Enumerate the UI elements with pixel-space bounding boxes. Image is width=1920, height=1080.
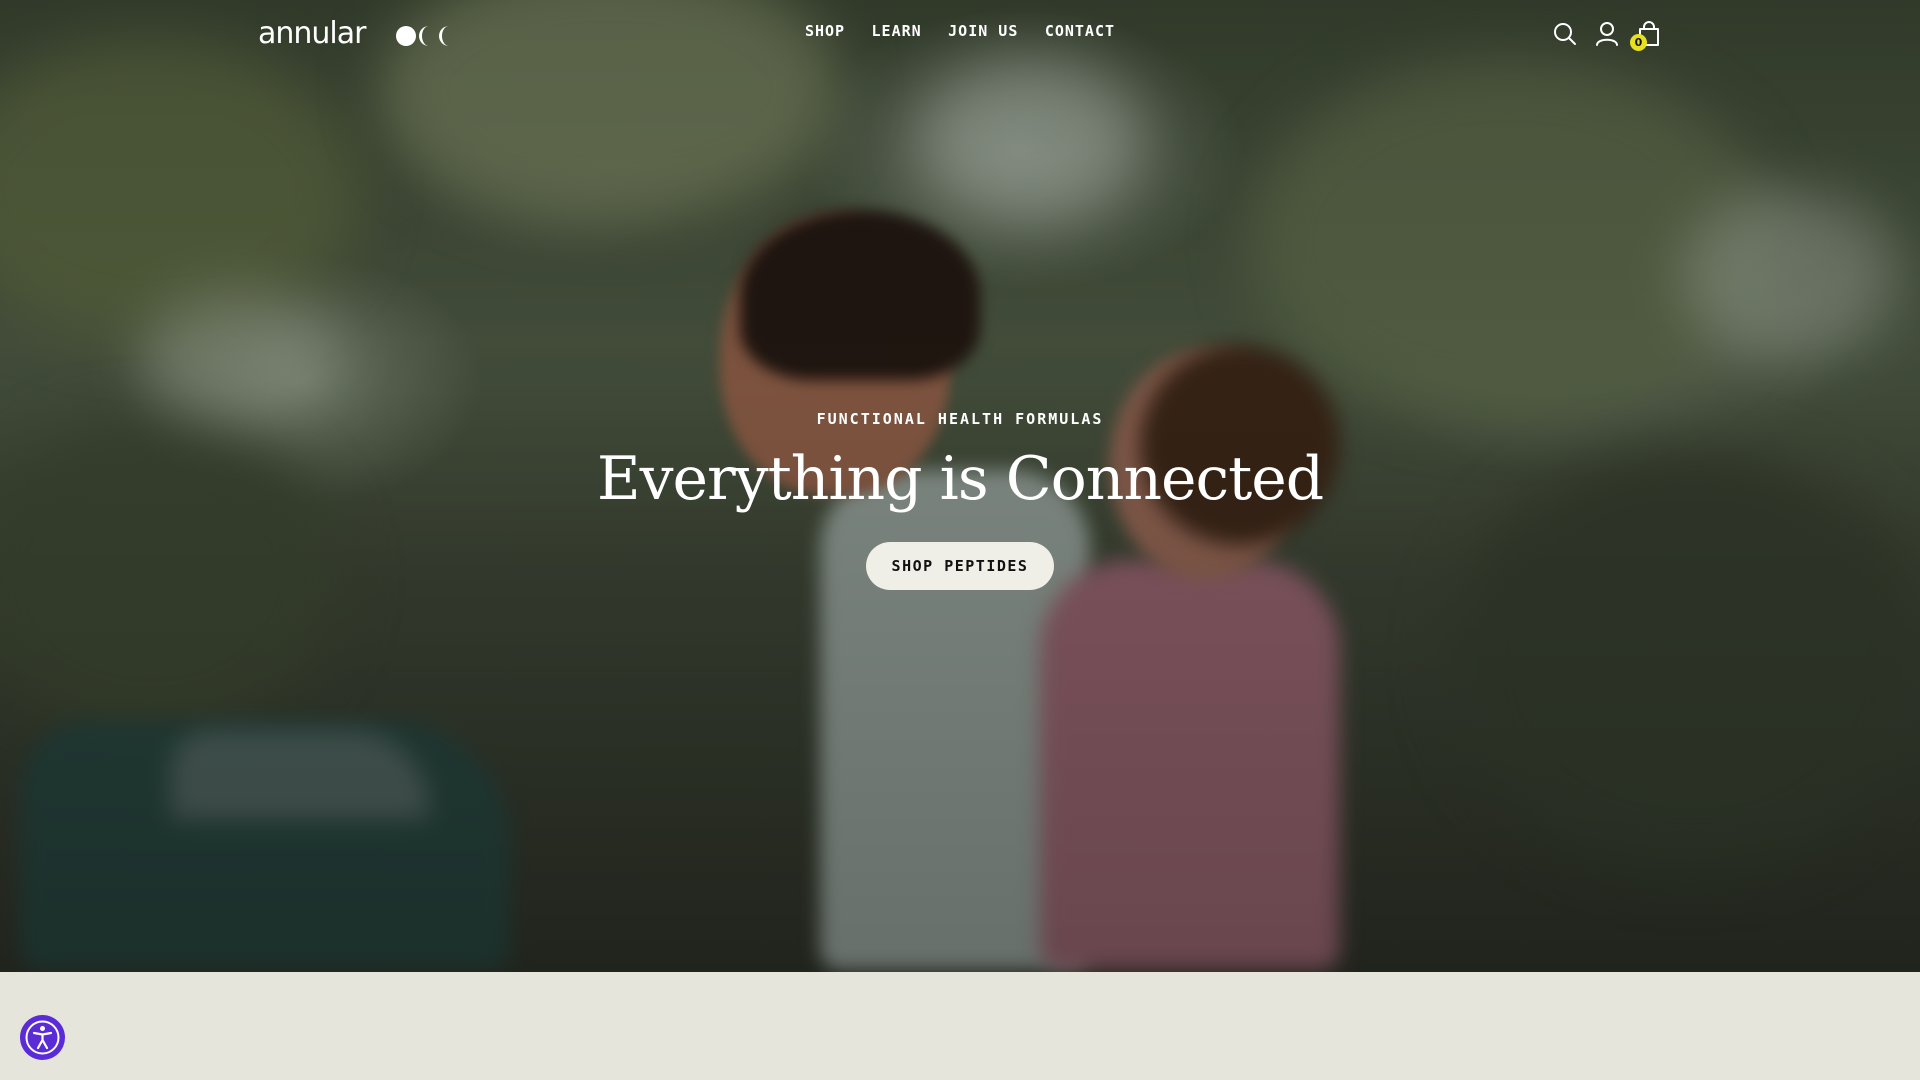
shop-peptides-button[interactable]: SHOP PEPTIDES bbox=[865, 542, 1055, 590]
nav-item-contact[interactable]: CONTACT bbox=[1045, 22, 1115, 40]
user-icon[interactable] bbox=[1594, 20, 1620, 48]
accessibility-icon bbox=[25, 1020, 60, 1055]
site-header: annular SHOP LEARN JOIN US CONTACT 0 bbox=[0, 0, 1920, 70]
content-section bbox=[0, 972, 1920, 1080]
cart-count-badge: 0 bbox=[1630, 34, 1647, 51]
hero-section: FUNCTIONAL HEALTH FORMULAS Everything is… bbox=[0, 0, 1920, 972]
search-icon[interactable] bbox=[1552, 20, 1578, 48]
nav-item-shop[interactable]: SHOP bbox=[805, 22, 845, 40]
nav-item-join-us[interactable]: JOIN US bbox=[948, 22, 1018, 40]
accessibility-button[interactable] bbox=[20, 1015, 65, 1060]
hero-content: FUNCTIONAL HEALTH FORMULAS Everything is… bbox=[0, 410, 1920, 590]
nav-item-learn[interactable]: LEARN bbox=[872, 22, 922, 40]
hero-eyebrow: FUNCTIONAL HEALTH FORMULAS bbox=[816, 410, 1104, 428]
hero-headline: Everything is Connected bbox=[596, 444, 1324, 514]
